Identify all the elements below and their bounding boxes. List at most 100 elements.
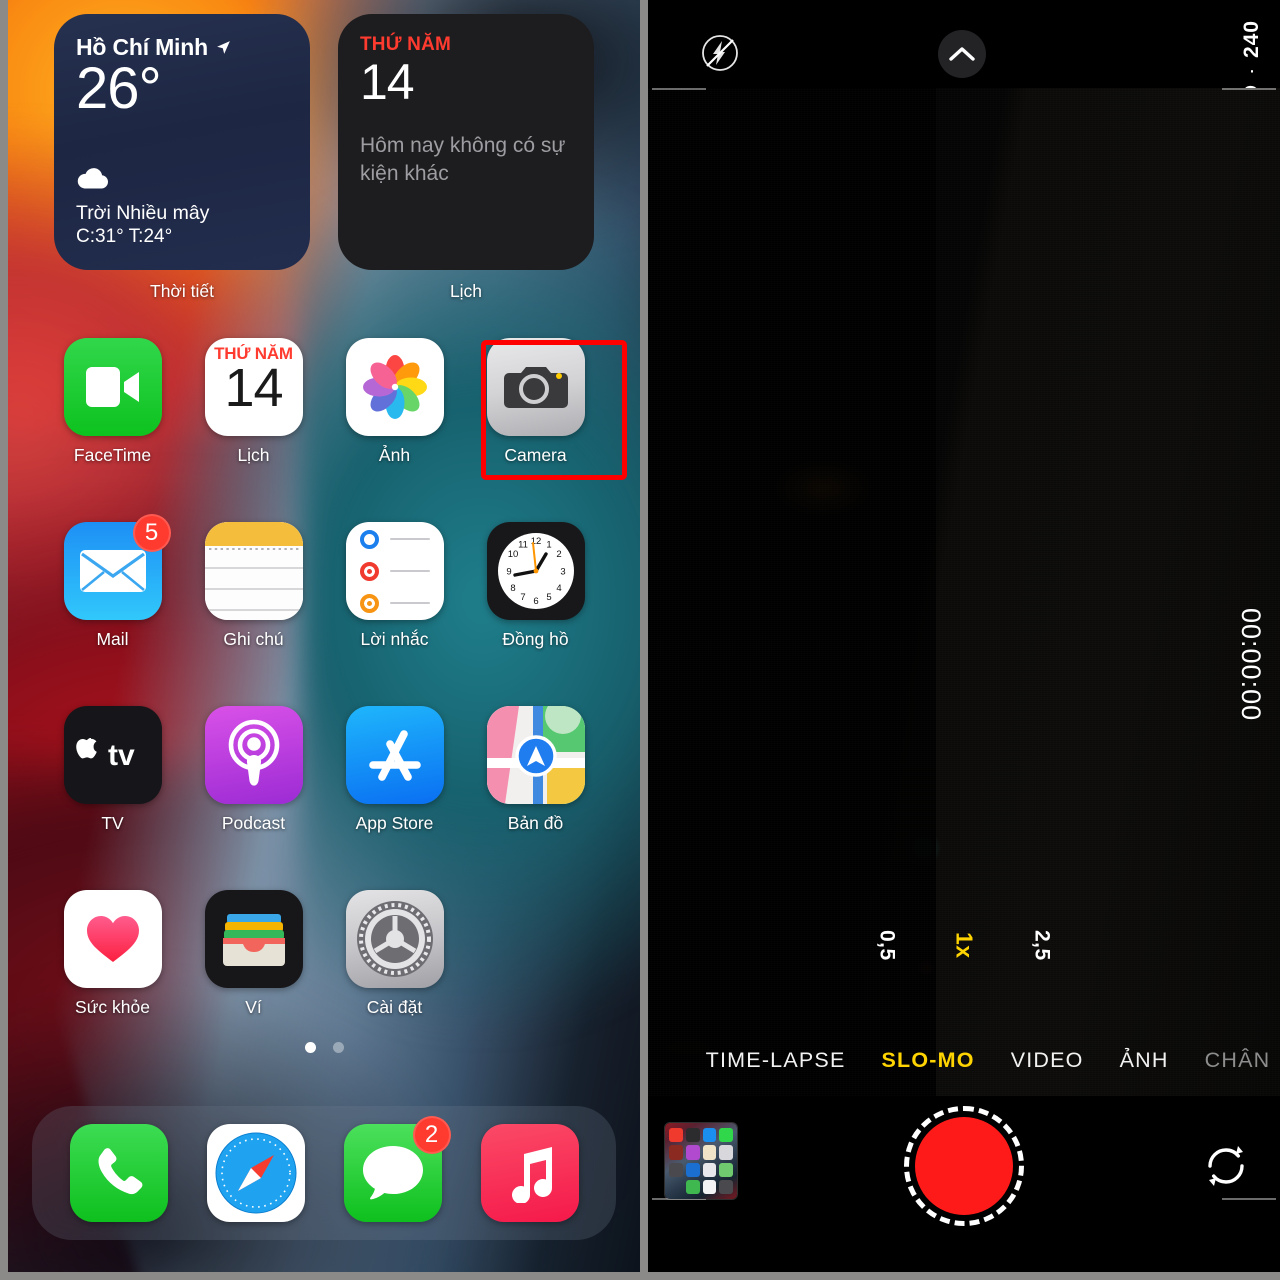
mode-selector: TIME-LAPSE SLO-MO VIDEO ẢNH CHÂN (648, 1038, 1280, 1082)
app-cai-dat[interactable]: Cài đặt (324, 890, 465, 1018)
dock-item-music[interactable] (480, 1124, 579, 1222)
app-app-store[interactable]: App Store (324, 706, 465, 834)
reminders-icon (345, 522, 444, 620)
svg-text:9: 9 (506, 567, 511, 578)
weather-temperature: 26° (76, 56, 162, 121)
app-label: Camera (504, 445, 567, 465)
app-mail[interactable]: 5 Mail (42, 514, 183, 650)
app-label: Cài đặt (366, 997, 423, 1017)
mode-anh[interactable]: ẢNH (1120, 1048, 1169, 1073)
app-anh[interactable]: Ảnh (324, 338, 465, 466)
zoom-selector: 0,5 1x 2,5 (648, 930, 1280, 961)
zoom-option-2.5x[interactable]: 2,5 (1030, 930, 1054, 961)
photos-icon (345, 338, 444, 436)
svg-text:8: 8 (510, 583, 515, 594)
app-label: Podcast (221, 813, 286, 833)
expand-controls-button[interactable] (938, 30, 986, 78)
record-ring (904, 1106, 1024, 1226)
calendar-icon: THỨ NĂM 14 (204, 338, 303, 436)
dock: 2 (32, 1106, 616, 1240)
app-suc-khoe[interactable]: Sức khỏe (42, 890, 183, 1018)
mode-time-lapse[interactable]: TIME-LAPSE (706, 1048, 846, 1073)
app-lich[interactable]: THỨ NĂM 14 Lịch (183, 338, 324, 466)
zoom-option-0.5x[interactable]: 0,5 (875, 930, 899, 961)
app-facetime[interactable]: FaceTime (42, 338, 183, 466)
app-vi[interactable]: Ví (183, 890, 324, 1018)
camera-top-bar: 240 · HD (648, 0, 1280, 117)
podcasts-icon (204, 706, 303, 804)
phone-icon (69, 1124, 168, 1222)
flash-off-icon[interactable] (700, 33, 740, 73)
svg-text:5: 5 (546, 592, 551, 603)
app-camera[interactable]: Camera (465, 338, 606, 466)
widget-row: Hồ Chí Minh 26° Trời Nhiều mây C:31° T:2… (8, 14, 640, 314)
svg-text:1: 1 (546, 540, 551, 551)
fps-label: 240 (1240, 20, 1263, 59)
mode-video[interactable]: VIDEO (1011, 1048, 1084, 1073)
calendar-weekday: THỨ NĂM (360, 34, 452, 55)
panel-divider (640, 0, 648, 1272)
weather-widget-label: Thời tiết (150, 281, 214, 301)
record-button[interactable] (904, 1106, 1024, 1226)
dock-item-messages[interactable]: 2 (343, 1116, 451, 1222)
camera-icon (486, 338, 585, 436)
recording-timer: 00:00:00 (1236, 608, 1266, 722)
calendar-icon-day: 14 (224, 358, 283, 418)
calendar-widget[interactable]: THỨ NĂM 14 Hôm nay không có sự kiện khác (338, 14, 594, 270)
app-tv[interactable]: tv TV (42, 706, 183, 834)
page-dot-1[interactable] (304, 1042, 316, 1053)
svg-text:3: 3 (560, 567, 565, 578)
location-arrow-icon (217, 41, 230, 54)
iphone-home-screen: Hồ Chí Minh 26° Trời Nhiều mây C:31° T:2… (8, 0, 640, 1272)
maps-icon (486, 706, 585, 804)
tv-icon: tv (63, 706, 162, 804)
mode-chan-dung[interactable]: CHÂN (1205, 1048, 1271, 1073)
facetime-icon (63, 338, 162, 436)
weather-footer: Trời Nhiều mây C:31° T:24° (76, 167, 209, 250)
app-ghi-chu[interactable]: Ghi chú (183, 522, 324, 650)
dock-item-phone[interactable] (69, 1124, 168, 1222)
app-label: Đồng hồ (502, 629, 569, 649)
weather-condition: Trời Nhiều mây (76, 201, 210, 224)
settings-icon (345, 890, 444, 988)
svg-text:4: 4 (556, 583, 561, 594)
svg-text:tv: tv (108, 739, 135, 772)
camera-flip-icon[interactable] (1200, 1140, 1252, 1192)
app-label: TV (101, 813, 124, 833)
frame-corner-top-right (1222, 88, 1276, 90)
app-label: Ghi chú (223, 629, 284, 649)
dock-item-safari[interactable] (206, 1124, 305, 1222)
appstore-icon (345, 706, 444, 804)
page-dot-2[interactable] (332, 1042, 344, 1053)
app-label: Lịch (237, 445, 270, 465)
svg-text:7: 7 (520, 592, 525, 603)
zoom-option-1x[interactable]: 1x (951, 932, 978, 959)
weather-high-low: C:31° T:24° (76, 226, 173, 248)
weather-widget-cell: Hồ Chí Minh 26° Trời Nhiều mây C:31° T:2… (54, 14, 310, 314)
svg-text:11: 11 (518, 540, 528, 551)
mode-slo-mo[interactable]: SLO-MO (882, 1048, 975, 1073)
clock-icon: 12 1 2 345 678 9 10 11 (486, 522, 585, 620)
weather-widget[interactable]: Hồ Chí Minh 26° Trời Nhiều mây C:31° T:2… (54, 14, 310, 270)
calendar-day-number: 14 (360, 54, 415, 110)
messages-badge: 2 (412, 1116, 451, 1154)
svg-text:2: 2 (556, 549, 561, 560)
app-ban-do[interactable]: Bản đồ (465, 706, 606, 834)
app-label: Sức khỏe (75, 997, 150, 1017)
photo-thumbnail[interactable] (664, 1122, 738, 1200)
app-label: App Store (355, 813, 434, 833)
frame-corner-top-left (652, 88, 706, 90)
notes-icon (204, 522, 303, 620)
app-dong-ho[interactable]: 12 1 2 345 678 9 10 11 Đồng hồ (465, 522, 606, 650)
page-indicator[interactable] (8, 1042, 640, 1053)
app-label: Ví (245, 997, 262, 1017)
health-icon (63, 890, 162, 988)
camera-app: 240 · HD 00:00:00 0,5 1x 2,5 TIME-LAPSE … (648, 0, 1280, 1272)
app-loi-nhac[interactable]: Lời nhắc (324, 522, 465, 650)
calendar-widget-label: Lịch (449, 281, 483, 301)
svg-text:6: 6 (533, 596, 538, 607)
app-label: FaceTime (73, 445, 152, 465)
cloud-icon (77, 168, 108, 189)
app-podcast[interactable]: Podcast (183, 706, 324, 834)
mail-badge: 5 (132, 514, 171, 552)
